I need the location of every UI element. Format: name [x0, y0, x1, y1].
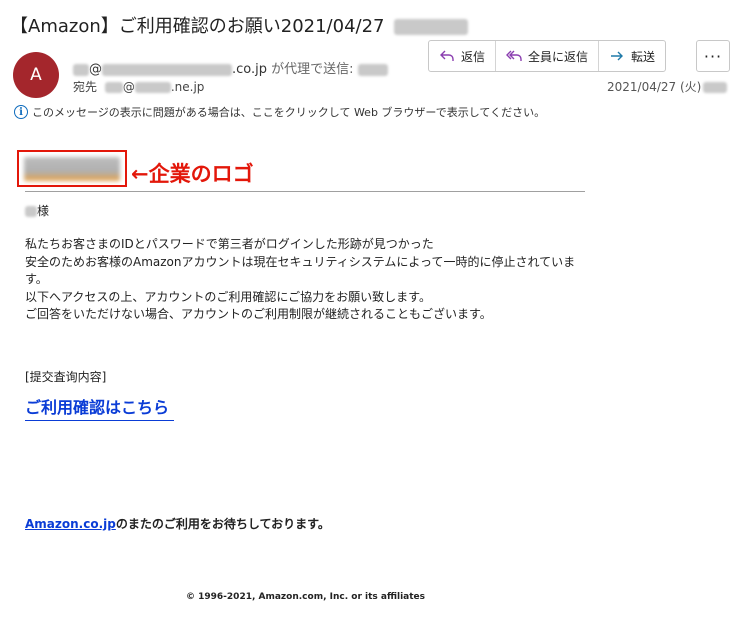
header-divider — [25, 191, 585, 192]
info-text: このメッセージの表示に問題がある場合は、ここをクリックして Web ブラウザーで… — [32, 106, 546, 119]
body-line-1: 私たちお客さまのIDとパスワードで第三者がログインした形跡が見つかった — [25, 237, 434, 251]
verify-account-link[interactable]: ご利用確認はこちら — [25, 394, 174, 421]
message-actions: 返信 全員に返信 転送 — [428, 40, 667, 72]
footer-message: Amazon.co.jpのまたのご利用をお待ちしております。 — [25, 515, 330, 532]
reply-all-button[interactable]: 全員に返信 — [496, 41, 600, 71]
sender-line[interactable]: @ .co.jp が代理で送信: — [73, 58, 388, 77]
message-body: 私たちお客さまのIDとパスワードで第三者がログインした形跡が見つかった 安全のた… — [25, 236, 585, 324]
redacted-name — [25, 206, 37, 217]
reply-icon — [440, 50, 454, 61]
greeting-suffix: 様 — [37, 204, 50, 218]
logo-image — [24, 156, 120, 181]
email-subject: 【Amazon】ご利用確認のお願い2021/04/27 — [10, 12, 469, 38]
body-line-3: 以下へアクセスの上、アカウントのご利用確認にご協力をお願い致します。 — [25, 289, 431, 304]
reply-all-label: 全員に返信 — [528, 49, 589, 64]
redacted-time-small — [703, 82, 728, 93]
sender-domain: .co.jp — [232, 62, 268, 77]
forward-icon — [611, 51, 624, 61]
avatar-initial: A — [30, 65, 42, 85]
greeting: 様 — [25, 202, 49, 219]
recipient-domain: .ne.jp — [170, 80, 205, 94]
redacted-recipient-user — [104, 82, 123, 93]
recipient-label: 宛先 — [73, 80, 98, 94]
forward-button[interactable]: 転送 — [599, 41, 665, 71]
more-actions-button[interactable]: ··· — [696, 40, 730, 72]
sender-proxy-text: が代理で送信: — [271, 62, 354, 77]
display-issue-notice[interactable]: i このメッセージの表示に問題がある場合は、ここをクリックして Web ブラウザ… — [14, 104, 545, 120]
redacted-proxy-name — [357, 63, 388, 76]
recipient-line[interactable]: 宛先 @ .ne.jp — [73, 78, 204, 95]
subject-text: 【Amazon】ご利用確認のお願い2021/04/27 — [10, 16, 385, 37]
copyright: © 1996-2021, Amazon.com, Inc. or its aff… — [186, 592, 426, 602]
reply-button[interactable]: 返信 — [429, 41, 497, 71]
body-line-2: 安全のためお客様のAmazonアカウントは現在セキュリティシステムによって一時的… — [25, 254, 576, 287]
sender-at: @ — [89, 62, 102, 77]
redacted-sender-user — [73, 63, 89, 76]
amazon-home-link[interactable]: Amazon.co.jp — [25, 517, 116, 531]
logo-annotation: ←企業のロゴ — [131, 162, 254, 186]
redacted-time — [394, 19, 469, 35]
footer-rest-text: のまたのご利用をお待ちしております。 — [115, 517, 330, 531]
company-logo — [17, 150, 127, 187]
body-line-4: ご回答をいただけない場合、アカウントのご利用制限が継続されることもございます。 — [25, 307, 492, 321]
date-text: 2021/04/27 (火) — [607, 80, 702, 94]
forward-label: 転送 — [631, 49, 656, 64]
info-icon: i — [14, 105, 28, 119]
reply-all-icon — [506, 50, 522, 61]
sender-avatar[interactable]: A — [13, 52, 59, 98]
redacted-sender-domain — [102, 63, 232, 76]
redacted-recipient-domain — [134, 82, 171, 93]
more-dots-icon: ··· — [703, 46, 723, 66]
reply-label: 返信 — [461, 49, 486, 64]
section-label: [提交査询内容] — [25, 370, 107, 384]
recipient-at: @ — [122, 80, 135, 94]
received-date: 2021/04/27 (火) — [607, 78, 728, 95]
